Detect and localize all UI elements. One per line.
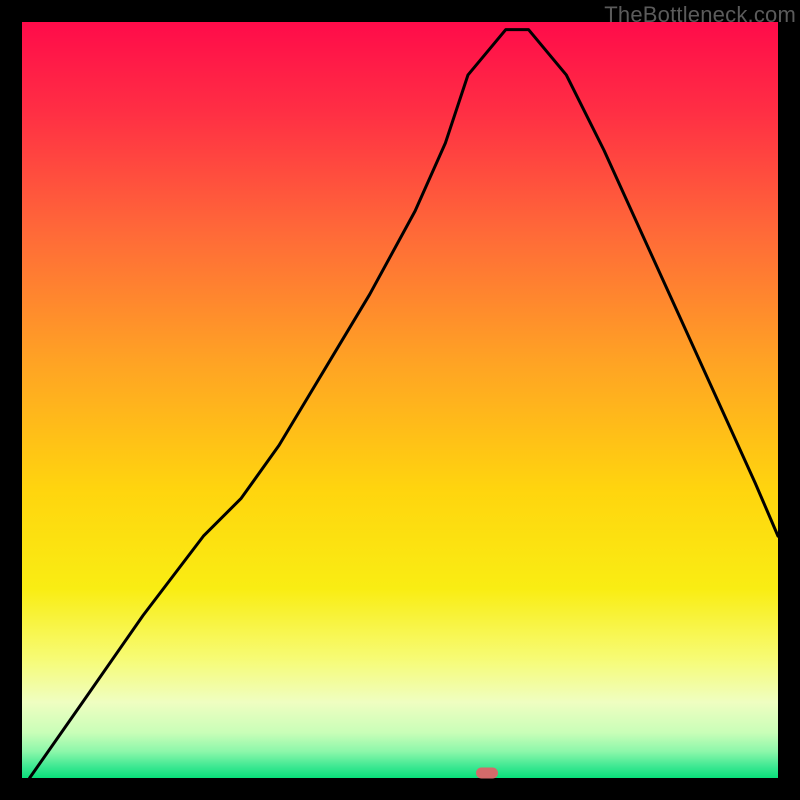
bottleneck-curve bbox=[22, 22, 778, 778]
watermark-text: TheBottleneck.com bbox=[604, 2, 796, 28]
optimal-marker bbox=[476, 767, 498, 778]
plot-area bbox=[22, 22, 778, 778]
